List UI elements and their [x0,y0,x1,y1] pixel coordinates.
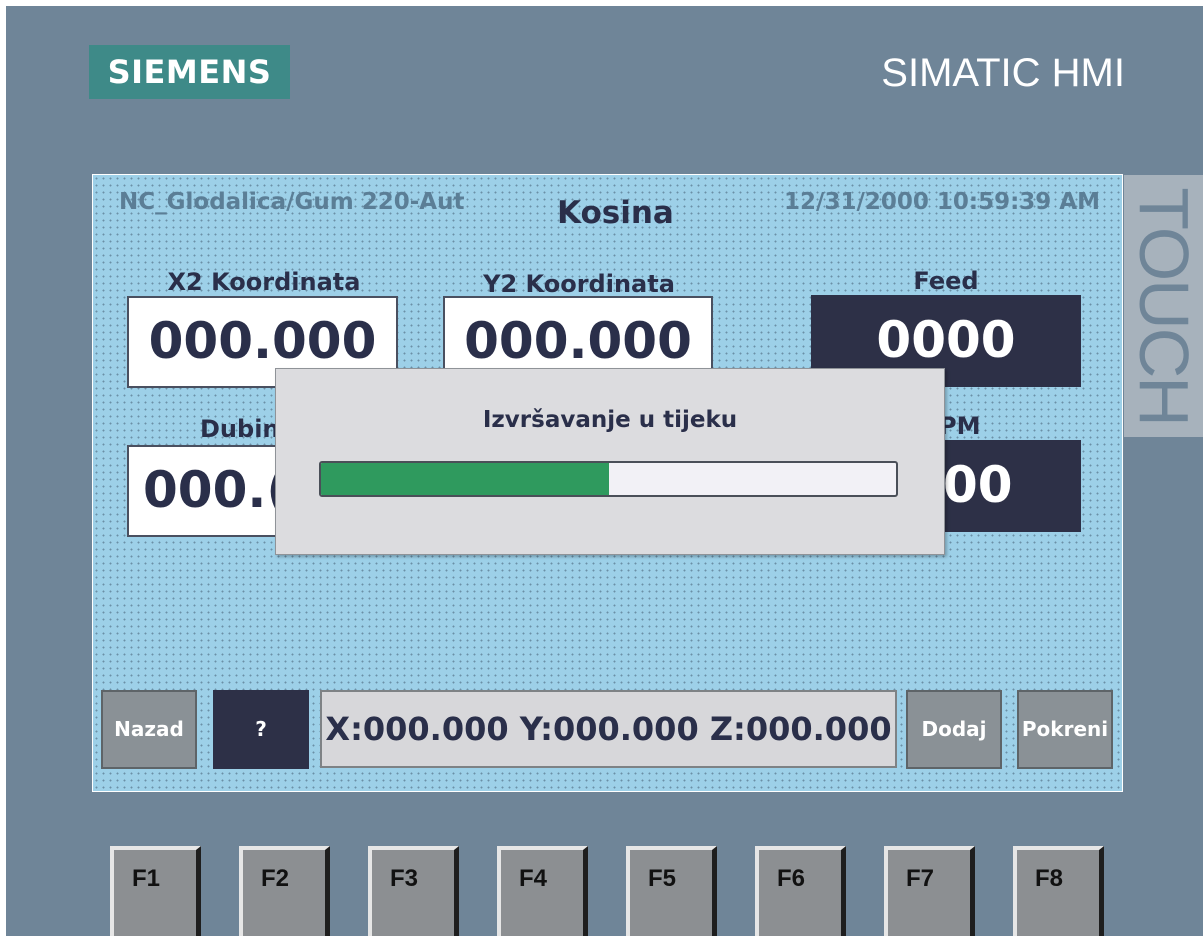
touch-side-label: TOUCH [1124,175,1203,437]
f6-key[interactable]: F6 [755,846,846,936]
dodaj-button[interactable]: Dodaj [906,690,1002,769]
rpm-label: PM [939,412,981,440]
progress-fill [321,463,609,495]
f8-key[interactable]: F8 [1013,846,1104,936]
f4-key[interactable]: F4 [497,846,588,936]
product-name: SIMATIC HMI [881,51,1125,95]
f3-key[interactable]: F3 [368,846,459,936]
progress-bar [319,461,898,497]
siemens-logo: SIEMENS [89,45,290,99]
y2-label: Y2 Koordinata [483,270,675,298]
dubina-label: Dubin [200,415,280,443]
feed-label: Feed [913,267,979,295]
f2-key[interactable]: F2 [239,846,330,936]
nazad-button[interactable]: Nazad [101,690,197,769]
progress-message: Izvršavanje u tijeku [482,407,738,433]
progress-dialog: Izvršavanje u tijeku [275,368,945,555]
coordinates-display: X:000.000 Y:000.000 Z:000.000 [320,690,897,768]
project-name: NC_Glodalica/Gum 220-Aut [119,189,465,215]
pokreni-button[interactable]: Pokreni [1017,690,1113,769]
touch-text: TOUCH [1124,187,1203,425]
date-time: 12/31/2000 10:59:39 AM [784,189,1100,215]
x2-label: X2 Koordinata [167,268,361,296]
page-title: Kosina [557,195,674,231]
f5-key[interactable]: F5 [626,846,717,936]
f1-key[interactable]: F1 [110,846,201,936]
help-button[interactable]: ? [213,690,309,769]
f7-key[interactable]: F7 [884,846,975,936]
